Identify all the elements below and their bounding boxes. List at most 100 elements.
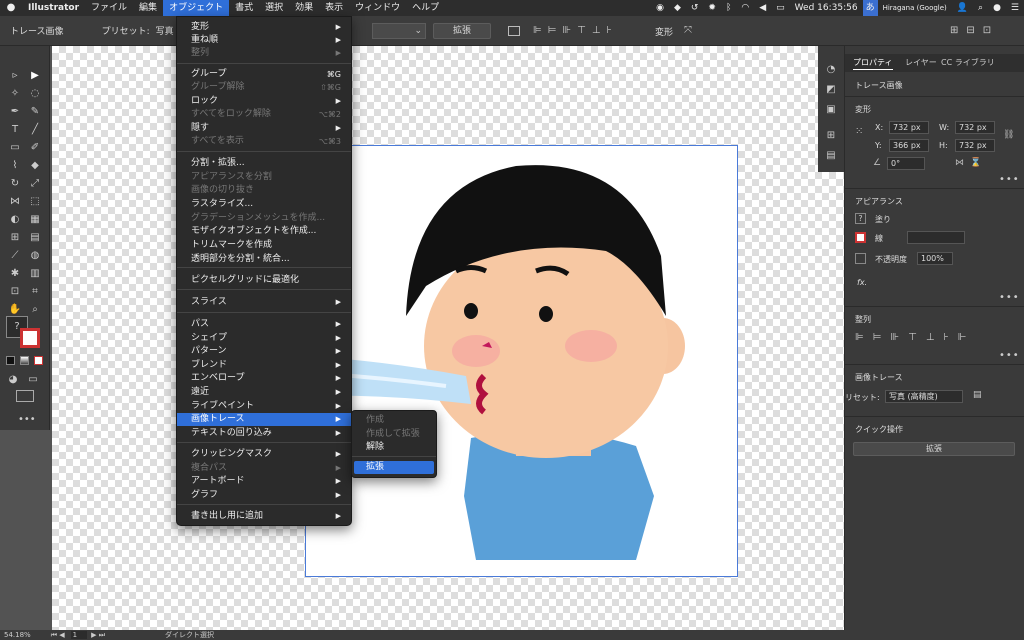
- zoom-tool-icon[interactable]: ⌕: [28, 304, 42, 316]
- free-transform-tool-icon[interactable]: ⬚: [28, 196, 42, 208]
- fx-button[interactable]: fx.: [857, 278, 867, 287]
- object-menu-item[interactable]: グループ ⌘G: [177, 68, 351, 81]
- object-menu-item[interactable]: テキストの回り込み ▶: [177, 427, 351, 440]
- angle-field[interactable]: 0°: [887, 157, 925, 170]
- shape-builder-tool-icon[interactable]: ◐: [8, 214, 22, 226]
- perspective-grid-tool-icon[interactable]: ▦: [28, 214, 42, 226]
- slice-tool-icon[interactable]: ⌗: [28, 286, 42, 298]
- artboard-number[interactable]: 1: [70, 631, 88, 639]
- draw-mode-icon[interactable]: ◕: [6, 374, 20, 386]
- h-field[interactable]: 732 px: [955, 139, 995, 152]
- menu-type[interactable]: 書式: [229, 0, 259, 16]
- pen-tool-icon[interactable]: ✒: [8, 106, 22, 118]
- document-icon[interactable]: [508, 26, 520, 36]
- bluetooth-icon[interactable]: ᛒ: [721, 0, 736, 16]
- trace-submenu-item[interactable]: 解除: [354, 441, 434, 454]
- object-menu-item[interactable]: スライス ▶: [177, 296, 351, 309]
- trace-submenu-item[interactable]: 拡張: [354, 461, 434, 474]
- fill-label[interactable]: 塗り: [875, 214, 891, 225]
- object-menu-item[interactable]: 分割・拡張...: [177, 157, 351, 170]
- object-menu-item[interactable]: ロック ▶: [177, 95, 351, 108]
- constrain-proportions-icon[interactable]: ⛓: [1003, 130, 1014, 140]
- menu-edit[interactable]: 編集: [133, 0, 163, 16]
- battery-icon[interactable]: ▭: [771, 0, 790, 16]
- traced-illustration[interactable]: [306, 146, 739, 578]
- color-panel-icon[interactable]: ◔: [824, 64, 838, 76]
- menu-effect[interactable]: 効果: [289, 0, 319, 16]
- stroke-swatch[interactable]: [20, 328, 40, 348]
- line-tool-icon[interactable]: ╱: [28, 124, 42, 136]
- align-more-icon[interactable]: •••: [999, 350, 1020, 361]
- volume-icon[interactable]: ◀: [754, 0, 771, 16]
- appearance-more-icon[interactable]: •••: [999, 292, 1020, 303]
- eyedropper-tool-icon[interactable]: ⟋: [8, 250, 22, 262]
- width-tool-icon[interactable]: ⋈: [8, 196, 22, 208]
- user-icon[interactable]: 👤: [952, 0, 973, 16]
- object-menu-item[interactable]: 透明部分を分割・統合...: [177, 253, 351, 266]
- none-mode-icon[interactable]: [34, 356, 43, 365]
- align-buttons[interactable]: ⊫⊨⊪⊤⊥⊦⊩: [855, 332, 975, 343]
- app-menu[interactable]: Illustrator: [22, 0, 85, 16]
- screen-mode-icon[interactable]: ▭: [26, 374, 40, 386]
- preset-value[interactable]: 写真: [156, 24, 174, 37]
- paintbrush-tool-icon[interactable]: ✐: [28, 142, 42, 154]
- rotate-tool-icon[interactable]: ↻: [8, 178, 22, 190]
- tab-cc-libraries[interactable]: CC ライブラリ: [941, 56, 995, 70]
- quick-expand-button[interactable]: 拡張: [853, 442, 1015, 456]
- time-machine-icon[interactable]: ↺: [686, 0, 704, 16]
- gear-icon[interactable]: ✹: [703, 0, 721, 16]
- wifi-icon[interactable]: ◠: [736, 0, 754, 16]
- hand-tool-icon[interactable]: ✋: [8, 304, 22, 316]
- workspace-icons[interactable]: ⊞⊟⊡: [950, 25, 999, 36]
- scale-tool-icon[interactable]: ⤢: [28, 178, 42, 190]
- color-guide-panel-icon[interactable]: ◩: [824, 84, 838, 96]
- tab-properties[interactable]: プロパティ: [853, 56, 893, 70]
- artboard[interactable]: [305, 145, 738, 577]
- tab-layers[interactable]: レイヤー: [905, 56, 937, 70]
- object-menu-item[interactable]: クリッピングマスク ▶: [177, 448, 351, 461]
- object-menu-item[interactable]: トリムマークを作成: [177, 239, 351, 252]
- gradient-mode-icon[interactable]: [20, 356, 29, 365]
- object-menu-item[interactable]: ブレンド ▶: [177, 359, 351, 372]
- lasso-tool-icon[interactable]: ◌: [28, 88, 42, 100]
- object-menu-item[interactable]: ラスタライズ...: [177, 198, 351, 211]
- spotlight-search-icon[interactable]: ⌕: [973, 0, 988, 16]
- opacity-field[interactable]: 100%: [917, 252, 953, 265]
- menu-object[interactable]: オブジェクト: [163, 0, 230, 16]
- stroke-label[interactable]: 線: [875, 233, 883, 244]
- siri-icon[interactable]: ●: [988, 0, 1006, 16]
- libraries-panel-icon[interactable]: ▤: [824, 150, 838, 162]
- ime-icon[interactable]: あ: [862, 0, 878, 16]
- artboard-tool-icon[interactable]: ⊡: [8, 286, 22, 298]
- ime-label[interactable]: Hiragana (Google): [878, 0, 952, 16]
- w-field[interactable]: 732 px: [955, 121, 995, 134]
- object-menu-item[interactable]: アートボード ▶: [177, 475, 351, 488]
- type-tool-icon[interactable]: T: [8, 124, 22, 136]
- object-menu-item[interactable]: ピクセルグリッドに最適化: [177, 274, 351, 287]
- menu-view[interactable]: 表示: [319, 0, 349, 16]
- record-icon[interactable]: ◉: [651, 0, 669, 16]
- object-menu-item[interactable]: 画像トレース ▶: [177, 413, 351, 426]
- rectangle-tool-icon[interactable]: ▭: [8, 142, 22, 154]
- more-options-icon[interactable]: •••: [999, 174, 1020, 185]
- object-menu-item[interactable]: パターン ▶: [177, 345, 351, 358]
- direct-selection-tool-icon[interactable]: ▶: [28, 70, 42, 82]
- object-menu-item[interactable]: シェイプ ▶: [177, 332, 351, 345]
- selection-tool-icon[interactable]: ▹: [8, 70, 22, 82]
- dropbox-icon[interactable]: ◆: [669, 0, 686, 16]
- object-menu-item[interactable]: モザイクオブジェクトを作成...: [177, 225, 351, 238]
- artboard-next-icon[interactable]: ▶ ⏭: [91, 631, 105, 640]
- object-menu-item[interactable]: ライブペイント ▶: [177, 400, 351, 413]
- menu-window[interactable]: ウィンドウ: [349, 0, 406, 16]
- zoom-level[interactable]: 54.18%: [4, 631, 31, 639]
- curvature-tool-icon[interactable]: ✎: [28, 106, 42, 118]
- symbol-sprayer-tool-icon[interactable]: ✱: [8, 268, 22, 280]
- object-menu-item[interactable]: 書き出し用に追加 ▶: [177, 510, 351, 523]
- object-menu-item[interactable]: パス ▶: [177, 318, 351, 331]
- flip-icons[interactable]: ⋈⌛: [955, 158, 987, 168]
- align-icons[interactable]: ⊫⊨⊪⊤⊥⊦: [533, 25, 618, 36]
- artboard-nav-icon[interactable]: ⏮ ◀: [51, 631, 65, 640]
- preset-dropdown-chevron-icon[interactable]: ⌄: [372, 23, 426, 39]
- menu-file[interactable]: ファイル: [85, 0, 133, 16]
- menu-help[interactable]: ヘルプ: [406, 0, 445, 16]
